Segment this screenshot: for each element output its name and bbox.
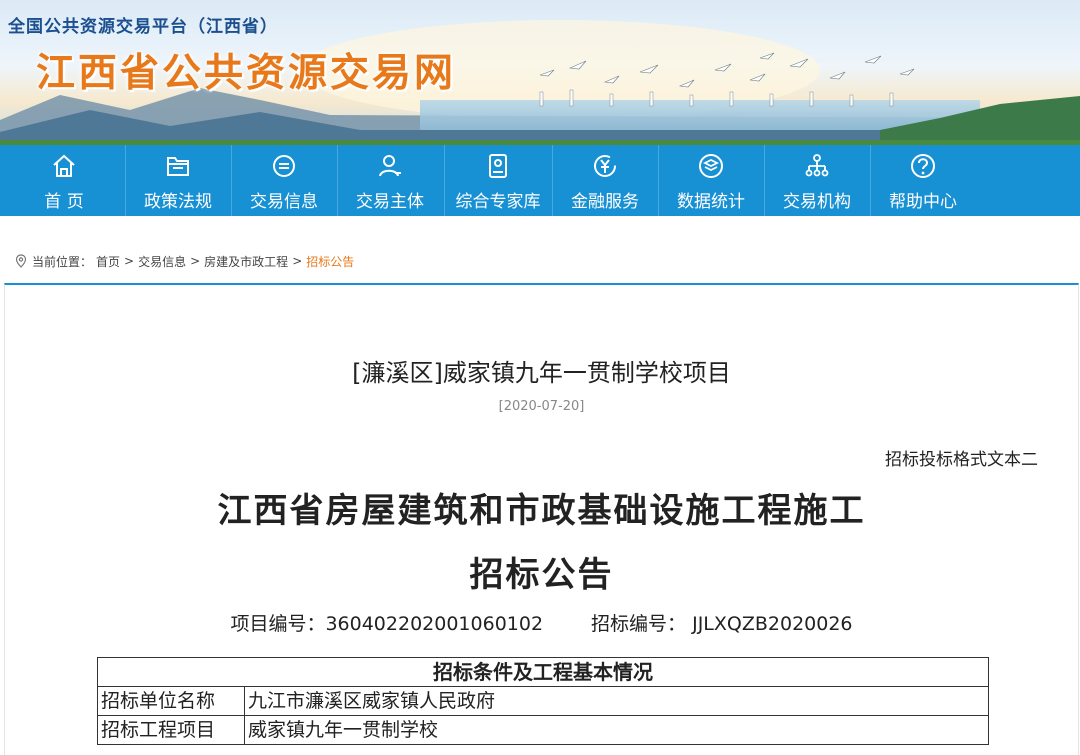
table-key: 招标单位名称 — [97, 686, 245, 716]
nav-label: 交易主体 — [356, 192, 424, 212]
folder-icon — [167, 157, 189, 176]
main-nav: 首 页 政策法规 交易信息 交易主体 综合专家库 金融服务 数据统计 交易机构 … — [0, 145, 1080, 216]
location-pin-icon — [15, 254, 27, 268]
breadcrumb-separator: > — [292, 254, 303, 268]
table-value: 威家镇九年一贯制学校 — [244, 715, 989, 745]
breadcrumb: 当前位置： 首页 > 交易信息 > 房建及市政工程 > 招标公告 — [14, 252, 354, 270]
project-codes: 项目编号：360402202001060102 招标编号： JJLXQZB2020… — [5, 609, 1078, 636]
breadcrumb-trade-info-link[interactable]: 交易信息 — [138, 253, 186, 270]
nav-label: 交易机构 — [783, 192, 851, 212]
nav-label: 政策法规 — [144, 192, 212, 212]
project-number: 项目编号：360402202001060102 — [230, 613, 544, 635]
nav-item-policy[interactable]: 政策法规 — [125, 145, 231, 216]
nav-label: 交易信息 — [250, 192, 318, 212]
nav-item-trade-institution[interactable]: 交易机构 — [764, 145, 870, 216]
table-header: 招标条件及工程基本情况 — [97, 657, 989, 687]
id-card-icon — [489, 154, 507, 178]
nav-item-trade-subject[interactable]: 交易主体 — [337, 145, 443, 216]
nav-label: 金融服务 — [571, 192, 639, 212]
table-header-row: 招标条件及工程基本情况 — [97, 657, 989, 687]
list-circle-icon — [273, 155, 295, 177]
breadcrumb-separator: > — [124, 254, 135, 268]
table-row: 招标单位名称 九江市濂溪区威家镇人民政府 — [97, 686, 989, 716]
nav-item-home[interactable]: 首 页 — [11, 145, 117, 216]
breadcrumb-separator: > — [190, 254, 201, 268]
home-icon — [53, 154, 75, 177]
nav-item-finance[interactable]: 金融服务 — [552, 145, 658, 216]
breadcrumb-prefix: 当前位置： — [32, 254, 93, 269]
format-note: 招标投标格式文本二 — [885, 450, 1038, 470]
tender-number: 招标编号： JJLXQZB2020026 — [591, 613, 853, 635]
breadcrumb-home-link[interactable]: 首页 — [96, 253, 120, 270]
user-icon — [379, 155, 401, 177]
breadcrumb-construction-link[interactable]: 房建及市政工程 — [204, 253, 288, 270]
layers-icon — [699, 154, 723, 178]
table-value: 九江市濂溪区威家镇人民政府 — [244, 686, 989, 716]
site-title[interactable]: 江西省公共资源交易网 — [36, 42, 456, 98]
article-date: [2020-07-20] — [498, 399, 585, 414]
table-key: 招标工程项目 — [97, 715, 245, 745]
article-title: [濂溪区]威家镇九年一贯制学校项目 — [352, 359, 731, 387]
breadcrumb-current[interactable]: 招标公告 — [306, 253, 354, 270]
yuan-icon — [594, 155, 616, 177]
nav-item-help-center[interactable]: 帮助中心 — [870, 145, 976, 216]
tender-info-table: 招标条件及工程基本情况 招标单位名称 九江市濂溪区威家镇人民政府 招标工程项目 … — [97, 657, 989, 745]
question-icon — [911, 154, 935, 178]
document-title-line1: 江西省房屋建筑和市政基础设施工程施工 — [217, 491, 866, 531]
nav-label: 数据统计 — [677, 192, 745, 212]
nav-label: 首 页 — [44, 192, 84, 212]
nav-item-statistics[interactable]: 数据统计 — [658, 145, 764, 216]
org-chart-icon — [805, 154, 829, 177]
platform-title: 全国公共资源交易平台（江西省） — [8, 17, 278, 37]
nav-label: 综合专家库 — [455, 192, 541, 212]
document-title-line2: 招标公告 — [469, 555, 614, 595]
article-content: [濂溪区]威家镇九年一贯制学校项目 [2020-07-20] 招标投标格式文本二… — [4, 283, 1079, 755]
site-banner: 全国公共资源交易平台（江西省） 江西省公共资源交易网 — [0, 0, 1080, 145]
table-row: 招标工程项目 威家镇九年一贯制学校 — [97, 715, 989, 745]
nav-item-trade-info[interactable]: 交易信息 — [231, 145, 337, 216]
nav-label: 帮助中心 — [889, 192, 957, 212]
nav-item-expert-library[interactable]: 综合专家库 — [444, 145, 552, 216]
